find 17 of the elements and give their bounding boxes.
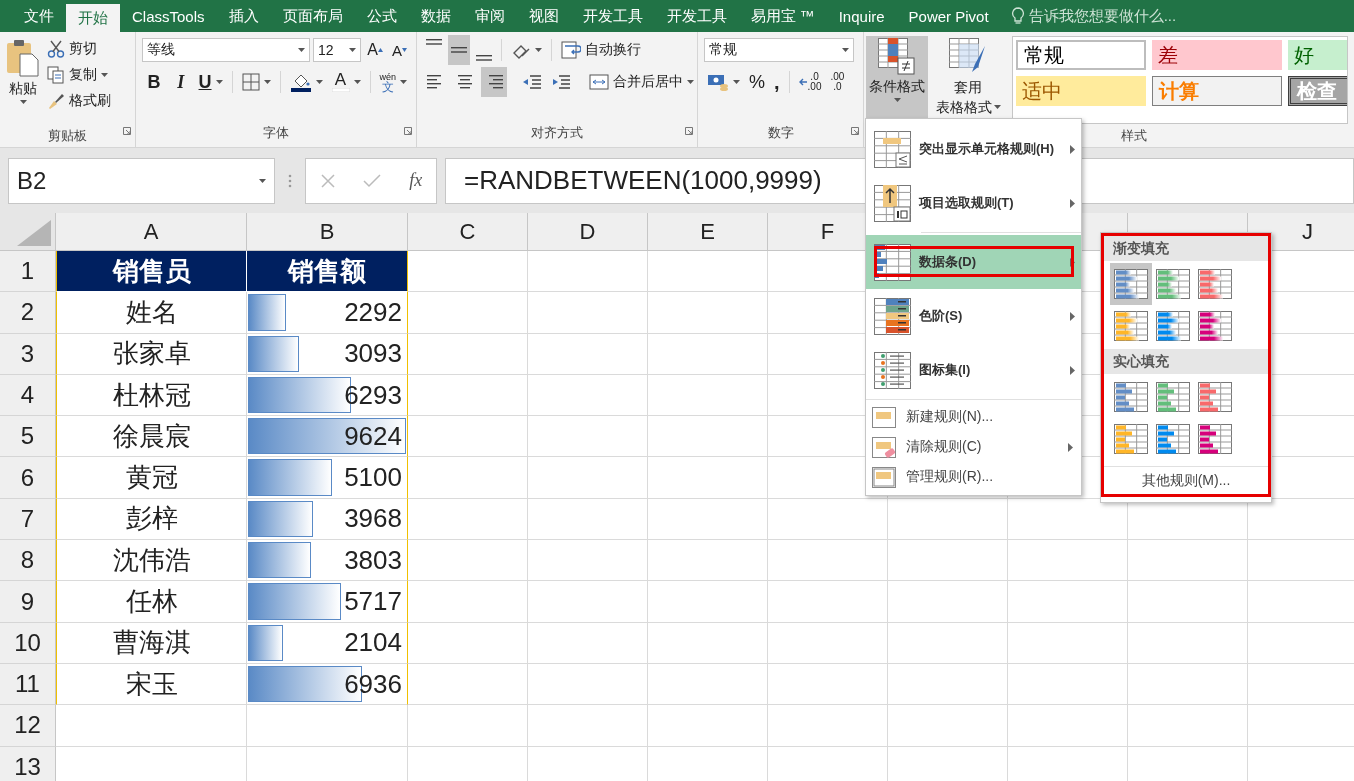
section-header: 渐变填充 bbox=[1104, 236, 1268, 261]
group-label: 剪贴板 bbox=[47, 127, 88, 145]
group-label: 字体 bbox=[262, 124, 290, 142]
section-header: 实心填充 bbox=[1104, 349, 1268, 374]
table-cell: 3803 bbox=[344, 544, 402, 576]
table-cell: 3968 bbox=[344, 503, 402, 535]
table-cell: 3093 bbox=[344, 338, 402, 370]
table-cell: 销售员 bbox=[56, 251, 247, 293]
group-label: 数字 bbox=[766, 124, 795, 142]
group-label: 对齐方式 bbox=[530, 124, 584, 142]
table-cell: 9624 bbox=[344, 420, 402, 452]
table-cell: 销售额 bbox=[247, 251, 408, 293]
table-cell: 2104 bbox=[344, 627, 402, 659]
table-cell: 2292 bbox=[344, 296, 402, 328]
table-cell: 5100 bbox=[344, 462, 402, 494]
table-cell: 5717 bbox=[344, 586, 402, 617]
group-label: 样式 bbox=[1120, 127, 1148, 145]
